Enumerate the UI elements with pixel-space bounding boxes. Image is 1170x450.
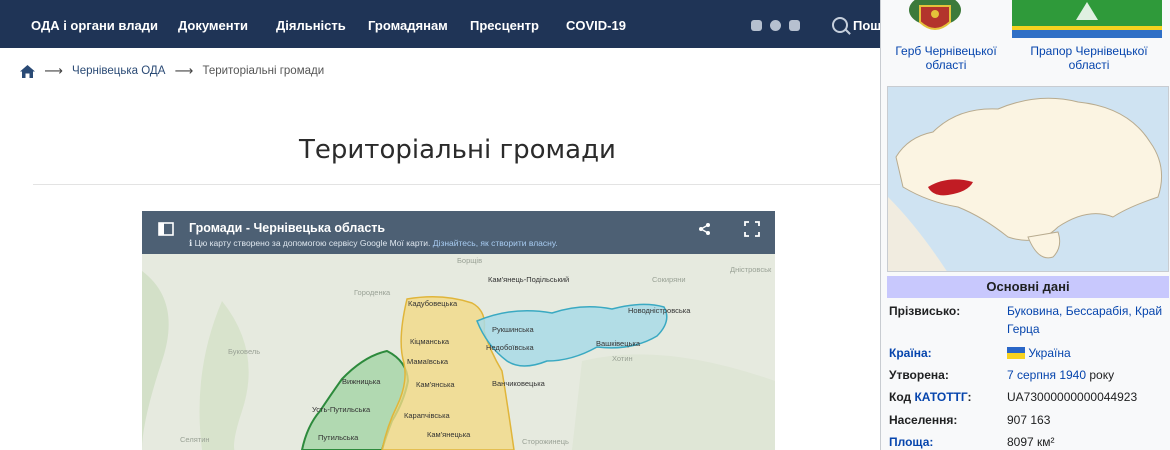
founded-suffix: року — [1086, 368, 1115, 382]
map-label: Кам'янець-Подільський — [488, 275, 570, 284]
map-label: Вашківецька — [596, 339, 641, 348]
nickname-label: Прізвисько: — [889, 304, 961, 318]
map-label: Ванчиковецька — [492, 379, 545, 388]
katottg-label-suffix: : — [967, 390, 972, 404]
map-label: Кам'янецька — [427, 430, 471, 439]
map-label: Кам'янська — [416, 380, 455, 389]
country-label[interactable]: Країна: — [889, 346, 932, 360]
country-link[interactable]: Україна — [1028, 346, 1070, 360]
map-info-line: ℹ Цю карту створено за допомогою сервісу… — [189, 238, 558, 249]
breadcrumb: ⟶ Чернівецька ОДА ⟶ Територіальні громад… — [20, 63, 324, 81]
founded-label: Утворена: — [889, 368, 949, 382]
breadcrumb-current: Територіальні громади — [202, 65, 325, 77]
flag-image[interactable] — [1012, 0, 1162, 38]
map-label: Селятин — [180, 435, 210, 444]
map-label: Городенка — [354, 288, 391, 297]
map-label: Недобоївська — [486, 343, 534, 352]
title-divider — [33, 184, 883, 185]
map-legend-icon[interactable] — [158, 222, 174, 236]
ukraine-map-image — [888, 87, 1168, 271]
embedded-google-map[interactable]: Громади - Чернівецька область ℹ Цю карту… — [142, 211, 775, 450]
youtube-icon[interactable] — [789, 20, 800, 31]
area-value: 8097 км² — [1007, 435, 1055, 449]
map-label: Карапчівська — [404, 411, 450, 420]
page-title: Територіальні громади — [299, 135, 616, 166]
flag-caption[interactable]: Прапор Чернівецької області — [1009, 44, 1169, 72]
map-label: Мамаївська — [407, 357, 449, 366]
katottg-label-text: Код — [889, 390, 912, 404]
coat-of-arms-image[interactable] — [904, 0, 966, 36]
katottg-value: UA73000000000044923 — [1007, 390, 1138, 404]
map-label: Сторожинець — [522, 437, 569, 446]
nickname-value[interactable]: Буковина, Бессарабія, Край — [1007, 304, 1162, 318]
map-label: Борщів — [457, 256, 483, 265]
country-value: Україна — [1007, 346, 1071, 360]
nav-item-press-center[interactable]: Пресцентр — [470, 0, 539, 48]
fullscreen-icon[interactable] — [744, 221, 760, 237]
map-title[interactable]: Громади - Чернівецька область — [189, 221, 385, 235]
map-label: Буковель — [228, 347, 261, 356]
basic-info-section-header: Основні дані — [887, 276, 1169, 298]
facebook-icon[interactable] — [751, 20, 762, 31]
map-label: Усть-Путильська — [312, 405, 371, 414]
founded-value: 7 серпня 1940 року — [1007, 368, 1114, 382]
home-icon[interactable] — [20, 64, 35, 78]
population-value: 907 163 — [1007, 413, 1051, 427]
map-label: Кадубовецька — [408, 299, 458, 308]
nav-item-oda[interactable]: ОДА і органи влади — [31, 0, 158, 48]
map-label: Кіцманська — [410, 337, 450, 346]
katottg-label: Код КАТОТТГ: — [889, 390, 972, 404]
nav-item-covid[interactable]: COVID-19 — [566, 0, 626, 48]
nav-item-activity[interactable]: Діяльність — [276, 0, 346, 48]
map-label: Рукшинська — [492, 325, 534, 334]
search-icon[interactable] — [832, 17, 848, 33]
population-label: Населення: — [889, 413, 958, 427]
map-info-link[interactable]: Дізнайтесь, як створити власну. — [433, 238, 558, 248]
coat-caption-line[interactable]: області — [883, 58, 1009, 72]
map-label: Путильська — [318, 433, 359, 442]
breadcrumb-parent-link[interactable]: Чернівецька ОДА — [72, 65, 165, 77]
region-infobox: Герб Чернівецької області Прапор Черніве… — [880, 0, 1170, 450]
telegram-icon[interactable] — [770, 20, 781, 31]
map-header: Громади - Чернівецька область ℹ Цю карту… — [142, 211, 775, 254]
founded-date-link[interactable]: 7 серпня 1940 — [1007, 368, 1086, 382]
coat-caption[interactable]: Герб Чернівецької області — [883, 44, 1009, 72]
map-label: Сокиряни — [652, 275, 686, 284]
map-label: Новодністровська — [628, 306, 691, 315]
nickname-value-cont[interactable]: Герца — [1007, 322, 1040, 336]
coat-caption-line[interactable]: Герб Чернівецької — [883, 44, 1009, 58]
katottg-link[interactable]: КАТОТТГ — [914, 390, 967, 404]
location-map[interactable] — [887, 86, 1169, 272]
map-label: Дністровськ — [730, 265, 772, 274]
ukraine-flag-icon — [1007, 347, 1025, 359]
nav-item-citizens[interactable]: Громадянам — [368, 0, 448, 48]
map-info-text: Цю карту створено за допомогою сервісу G… — [194, 238, 431, 248]
top-navigation: ОДА і органи влади Документи Діяльність … — [0, 0, 881, 48]
breadcrumb-separator-icon: ⟶ — [44, 63, 63, 78]
area-label[interactable]: Площа: — [889, 435, 933, 449]
share-icon[interactable] — [698, 222, 712, 236]
nav-item-documents[interactable]: Документи — [178, 0, 248, 48]
map-label: Хотин — [612, 354, 633, 363]
search-button[interactable]: Пош — [853, 0, 881, 48]
map-label: Вижницька — [342, 377, 381, 386]
breadcrumb-separator-icon: ⟶ — [174, 63, 194, 78]
